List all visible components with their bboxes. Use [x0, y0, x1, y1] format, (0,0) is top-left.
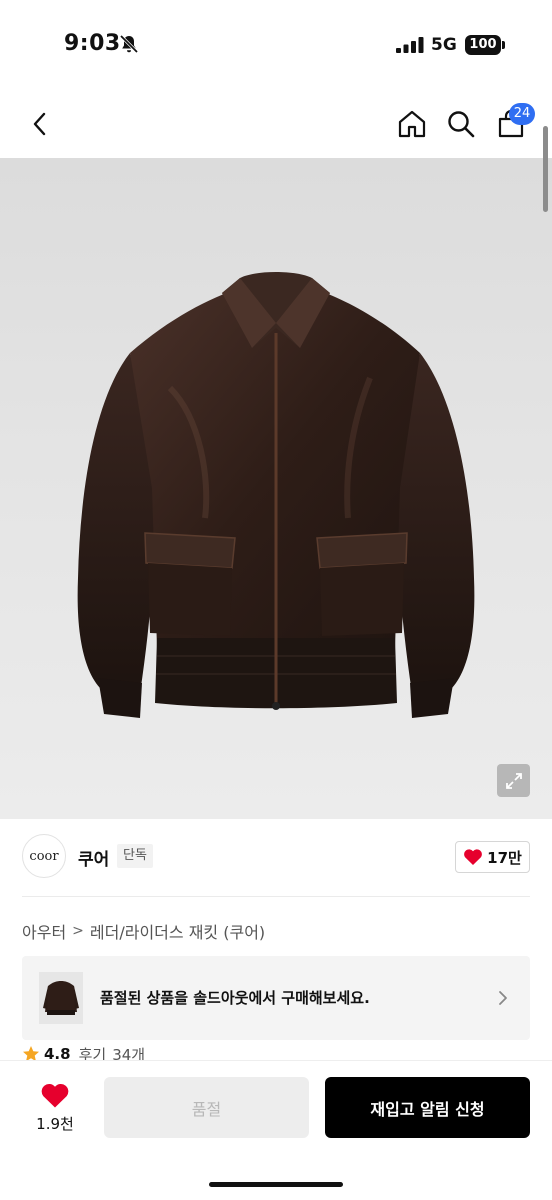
- status-bar: 9:03 5G 100: [0, 0, 552, 92]
- exclusive-badge: 단독: [117, 844, 153, 868]
- back-chevron-icon: [33, 112, 46, 136]
- brand-name[interactable]: 쿠어: [78, 845, 109, 870]
- back-button[interactable]: [22, 106, 58, 142]
- wish-button[interactable]: 1.9천: [22, 1077, 88, 1139]
- brand-like-button[interactable]: 17만: [455, 841, 530, 873]
- bottom-action-bar: 1.9천 품절 재입고 알림 신청: [0, 1060, 552, 1200]
- home-button[interactable]: [394, 106, 430, 142]
- wish-count: 1.9천: [36, 1115, 74, 1133]
- restock-label: 재입고 알림 신청: [370, 1099, 485, 1119]
- search-button[interactable]: [443, 106, 479, 142]
- jacket-image: [77, 272, 475, 718]
- network-type: 5G: [431, 35, 457, 55]
- breadcrumb-separator: >: [72, 923, 84, 939]
- scrollbar[interactable]: [543, 126, 548, 212]
- cart-count-badge: 24: [509, 103, 535, 125]
- soldout-label: 품절: [191, 1099, 222, 1119]
- banner-thumbnail: [39, 972, 83, 1024]
- signal-icon: [396, 37, 424, 53]
- heart-icon: [464, 849, 483, 865]
- brand-logo[interactable]: coor: [22, 834, 66, 878]
- banner-text: 품절된 상품을 솔드아웃에서 구매해보세요.: [100, 989, 370, 1007]
- bell-slash-icon: [119, 34, 139, 54]
- brand-row: coor 쿠어 단독 17만: [0, 828, 552, 886]
- battery-level: 100: [465, 35, 501, 55]
- chevron-right-icon: [499, 991, 507, 1005]
- soldout-button: 품절: [104, 1077, 309, 1138]
- status-time: 9:03: [64, 31, 121, 56]
- expand-icon: [505, 772, 522, 789]
- breadcrumb-category[interactable]: 아우터: [22, 919, 66, 943]
- brand-like-count: 17만: [487, 848, 522, 867]
- home-icon: [398, 110, 426, 138]
- breadcrumb-subcategory[interactable]: 레더/라이더스 재킷 (쿠어): [90, 919, 265, 943]
- product-image[interactable]: [0, 158, 552, 819]
- search-icon: [448, 111, 475, 138]
- soldout-banner[interactable]: 품절된 상품을 솔드아웃에서 구매해보세요.: [22, 956, 530, 1040]
- heart-icon: [41, 1083, 69, 1108]
- battery-icon: 100: [465, 35, 505, 55]
- home-indicator: [209, 1182, 343, 1187]
- brand-logo-text: coor: [29, 848, 59, 864]
- restock-alert-button[interactable]: 재입고 알림 신청: [325, 1077, 530, 1138]
- top-nav: [0, 92, 552, 158]
- breadcrumb: 아우터 > 레더/라이더스 재킷 (쿠어): [22, 920, 265, 942]
- expand-image-button[interactable]: [497, 764, 530, 797]
- divider: [22, 896, 530, 897]
